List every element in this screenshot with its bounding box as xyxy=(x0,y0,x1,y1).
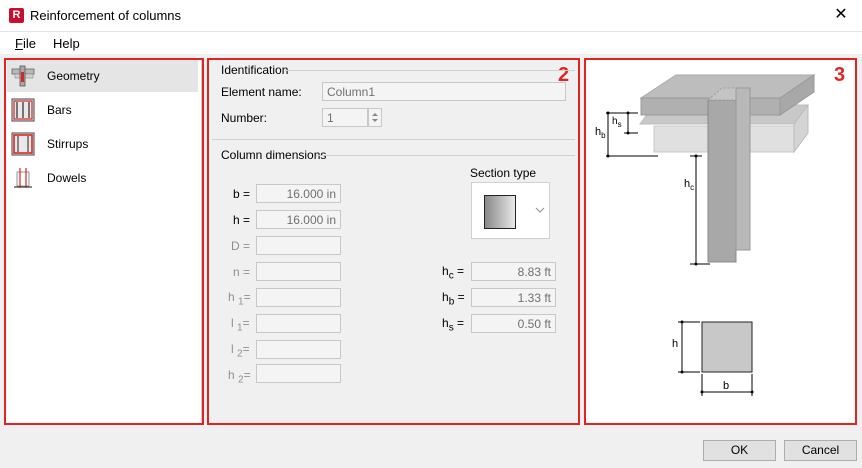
nav-item-geometry[interactable]: Geometry xyxy=(7,60,198,92)
identification-group-label: Identification xyxy=(221,63,289,77)
menu-file-rest: ile xyxy=(22,36,36,51)
column-dimensions-group-label: Column dimensions xyxy=(221,148,327,162)
spinner-arrows-icon xyxy=(372,113,378,122)
h1-main: h xyxy=(228,290,235,304)
hc-eq: = xyxy=(457,264,465,278)
hb-field[interactable] xyxy=(471,288,556,307)
nav-item-dowels[interactable]: Dowels xyxy=(7,162,198,194)
element-name-field[interactable] xyxy=(322,82,566,101)
stirrups-icon xyxy=(11,132,35,156)
hs-eq: = xyxy=(457,316,465,330)
h1-eq: = xyxy=(243,290,251,304)
diagram-hc-label: hc xyxy=(684,178,694,192)
l2-main: l xyxy=(231,342,234,356)
l2-eq: = xyxy=(242,342,250,356)
l1-eq: = xyxy=(242,316,250,330)
h1-field[interactable] xyxy=(256,288,341,307)
diagram-hs-label: hs xyxy=(612,116,622,129)
nav-item-label: Stirrups xyxy=(47,137,89,151)
l1-label: l 1= xyxy=(231,316,250,333)
hs-main: h xyxy=(442,316,449,330)
column-diagram xyxy=(606,74,816,396)
menu-file-accel: F xyxy=(15,36,23,51)
D-field[interactable] xyxy=(256,236,341,255)
dowels-icon xyxy=(14,168,32,188)
nav-item-bars[interactable]: Bars xyxy=(7,94,198,126)
h-label: h = xyxy=(233,213,251,227)
menu-bar xyxy=(0,32,862,54)
geometry-icon xyxy=(11,65,35,87)
diagram-hb-sub: b xyxy=(601,131,606,141)
nav-item-label: Dowels xyxy=(47,171,87,185)
ok-button[interactable]: OK xyxy=(703,440,776,461)
b-field[interactable] xyxy=(256,184,341,203)
hc-main: h xyxy=(442,264,449,278)
diagram-b-label: b xyxy=(723,380,730,392)
menu-file[interactable]: File xyxy=(15,36,36,51)
l2-label: l 2= xyxy=(231,342,250,359)
close-icon[interactable]: ✕ xyxy=(828,4,854,26)
section-separator xyxy=(212,139,575,140)
chevron-down-icon xyxy=(535,207,545,213)
rectangular-section-icon xyxy=(484,195,516,229)
element-name-label: Element name: xyxy=(221,85,302,99)
bars-icon xyxy=(11,98,35,122)
window-title: Reinforcement of columns xyxy=(30,8,182,23)
hc-label: hc = xyxy=(442,264,464,281)
diagram-hb-label: hb xyxy=(595,126,606,140)
h-field[interactable] xyxy=(256,210,341,229)
section-type-dropdown[interactable] xyxy=(471,182,550,239)
diagram-h-label: h xyxy=(672,338,679,350)
menu-help[interactable]: Help xyxy=(53,36,80,51)
hb-main: h xyxy=(442,290,449,304)
hs-label: hs = xyxy=(442,316,464,333)
nav-item-stirrups[interactable]: Stirrups xyxy=(7,128,198,160)
l1-main: l xyxy=(231,316,234,330)
hb-label: hb = xyxy=(442,290,465,307)
hs-sub: s xyxy=(448,322,454,334)
hs-field[interactable] xyxy=(471,314,556,333)
l1-field[interactable] xyxy=(256,314,341,333)
dimensions-separator xyxy=(316,155,575,156)
diagram-hc-sub: c xyxy=(690,183,695,193)
hc-field[interactable] xyxy=(471,262,556,281)
hc-sub: c xyxy=(448,270,454,282)
n-label: n = xyxy=(233,265,251,279)
h2-label: h 2= xyxy=(228,368,251,385)
number-field[interactable] xyxy=(322,108,368,127)
number-spinner[interactable] xyxy=(368,108,382,127)
app-icon: R xyxy=(9,8,24,23)
h2-field[interactable] xyxy=(256,364,341,383)
n-field[interactable] xyxy=(256,262,341,281)
nav-item-label: Bars xyxy=(47,103,72,117)
diagram-hs-sub: s xyxy=(617,120,622,129)
nav-item-label: Geometry xyxy=(47,69,100,83)
D-label: D = xyxy=(231,239,251,253)
identification-separator xyxy=(285,70,575,71)
h2-main: h xyxy=(228,368,235,382)
h1-label: h 1= xyxy=(228,290,251,307)
h2-eq: = xyxy=(243,368,251,382)
number-label: Number: xyxy=(221,111,268,125)
hb-eq: = xyxy=(457,290,465,304)
hb-sub: b xyxy=(448,296,455,308)
b-label: b = xyxy=(233,187,251,201)
l2-field[interactable] xyxy=(256,340,341,359)
section-type-label: Section type xyxy=(470,166,537,180)
cancel-button[interactable]: Cancel xyxy=(784,440,857,461)
